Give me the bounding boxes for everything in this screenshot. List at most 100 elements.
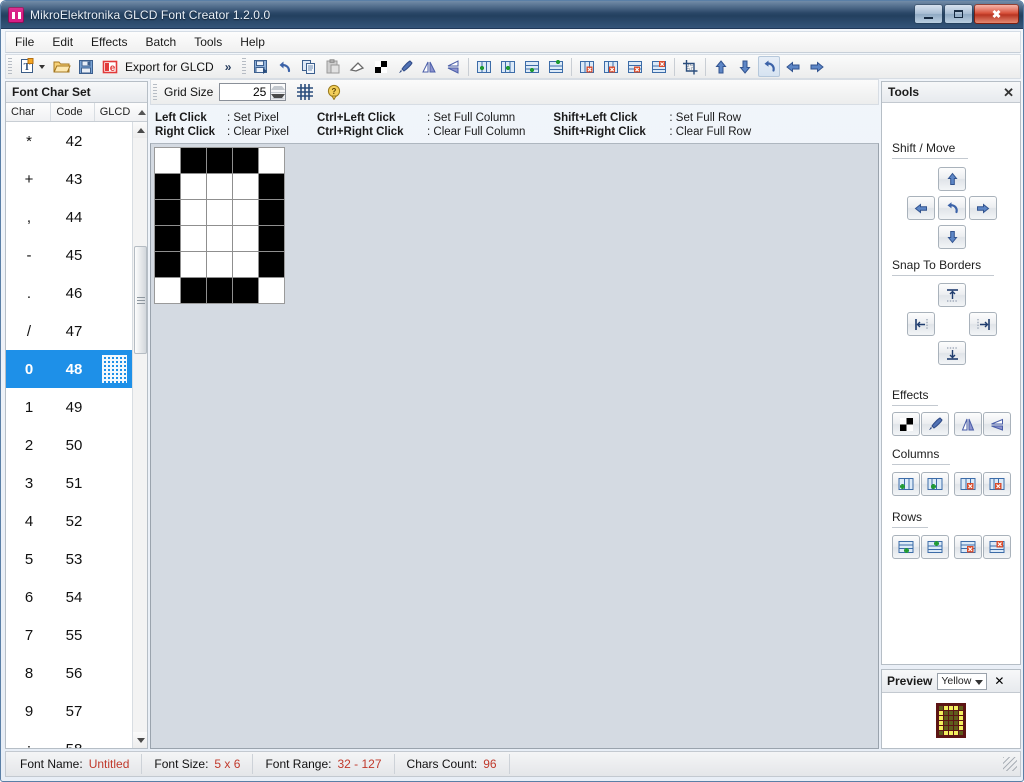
header-sort-arrow-icon[interactable] — [136, 103, 147, 121]
insert-row-top-icon[interactable] — [521, 56, 543, 77]
charset-row-57[interactable]: 957 — [6, 692, 132, 730]
menu-edit[interactable]: Edit — [43, 32, 82, 52]
add-column-right-button[interactable] — [921, 472, 949, 496]
pixel-cell-3-0[interactable] — [155, 226, 180, 251]
delete-row-top-button[interactable] — [954, 535, 982, 559]
flip-vertical-button[interactable] — [983, 412, 1011, 436]
pixel-cell-1-2[interactable] — [207, 174, 232, 199]
chevron-down-icon[interactable] — [975, 680, 983, 685]
charset-row-50[interactable]: 250 — [6, 426, 132, 464]
menu-help[interactable]: Help — [231, 32, 274, 52]
rotate-reset-icon[interactable] — [758, 56, 780, 77]
charset-row-58[interactable]: :58 — [6, 730, 132, 748]
export-for-glcd-label[interactable]: Export for GLCD — [125, 60, 214, 74]
pixel-cell-0-1[interactable] — [181, 148, 206, 173]
paste-icon[interactable] — [322, 56, 344, 77]
paint-icon[interactable] — [394, 56, 416, 77]
charset-row-44[interactable]: ,44 — [6, 198, 132, 236]
toolbar-overflow-button[interactable]: » — [220, 60, 237, 74]
snap-left-button[interactable] — [907, 312, 935, 336]
delete-column-right-icon[interactable] — [600, 56, 622, 77]
menu-tools[interactable]: Tools — [185, 32, 231, 52]
charset-row-47[interactable]: /47 — [6, 312, 132, 350]
charset-row-53[interactable]: 553 — [6, 540, 132, 578]
flip-horizontal-button[interactable] — [954, 412, 982, 436]
preview-close-icon[interactable]: ✕ — [994, 674, 1004, 688]
pixel-cell-3-1[interactable] — [181, 226, 206, 251]
grid-size-input[interactable]: 25 — [219, 83, 271, 101]
pixel-cell-4-4[interactable] — [259, 252, 284, 277]
pixel-cell-0-2[interactable] — [207, 148, 232, 173]
pixel-cell-1-1[interactable] — [181, 174, 206, 199]
maximize-button[interactable] — [944, 4, 973, 24]
save-as-icon[interactable] — [250, 56, 272, 77]
pixel-cell-2-1[interactable] — [181, 200, 206, 225]
pixel-cell-3-2[interactable] — [207, 226, 232, 251]
snap-right-button[interactable] — [969, 312, 997, 336]
pixel-cell-1-0[interactable] — [155, 174, 180, 199]
pixel-cell-1-3[interactable] — [233, 174, 258, 199]
shift-down-icon[interactable] — [734, 56, 756, 77]
minimize-button[interactable] — [914, 4, 943, 24]
charset-row-56[interactable]: 856 — [6, 654, 132, 692]
pixel-cell-5-0[interactable] — [155, 278, 180, 303]
pixel-cell-0-0[interactable] — [155, 148, 180, 173]
flip-vertical-icon[interactable] — [442, 56, 464, 77]
pixel-cell-4-2[interactable] — [207, 252, 232, 277]
charset-row-42[interactable]: *42 — [6, 122, 132, 160]
copy-icon[interactable] — [298, 56, 320, 77]
charset-row-45[interactable]: -45 — [6, 236, 132, 274]
scroll-up-arrow-icon[interactable] — [133, 122, 147, 138]
scrollbar-thumb[interactable] — [134, 246, 147, 354]
new-font-icon[interactable]: T — [16, 56, 38, 77]
toolbar-grip[interactable] — [8, 58, 12, 75]
close-button[interactable]: ✖ — [974, 4, 1019, 24]
pixel-cell-3-3[interactable] — [233, 226, 258, 251]
shift-up-button[interactable] — [938, 167, 966, 191]
undo-icon[interactable] — [274, 56, 296, 77]
pixel-cell-1-4[interactable] — [259, 174, 284, 199]
menu-batch[interactable]: Batch — [137, 32, 186, 52]
shift-left-button[interactable] — [907, 196, 935, 220]
column-header-glcd[interactable]: GLCD — [95, 103, 136, 121]
snap-top-button[interactable] — [938, 283, 966, 307]
grid-size-stepper[interactable] — [271, 83, 286, 101]
eraser-icon[interactable] — [346, 56, 368, 77]
insert-column-right-icon[interactable] — [497, 56, 519, 77]
charset-row-43[interactable]: +43 — [6, 160, 132, 198]
shift-right-button[interactable] — [969, 196, 997, 220]
pixel-cell-5-4[interactable] — [259, 278, 284, 303]
shift-right-icon[interactable] — [806, 56, 828, 77]
pixel-cell-5-1[interactable] — [181, 278, 206, 303]
crop-icon[interactable] — [679, 56, 701, 77]
add-row-bottom-button[interactable] — [921, 535, 949, 559]
pixel-cell-5-3[interactable] — [233, 278, 258, 303]
charset-scrollbar[interactable] — [132, 122, 147, 748]
charset-row-54[interactable]: 654 — [6, 578, 132, 616]
grid-toggle-icon[interactable] — [294, 82, 316, 103]
charset-row-52[interactable]: 452 — [6, 502, 132, 540]
glyph-canvas[interactable] — [150, 143, 879, 749]
pixel-cell-2-4[interactable] — [259, 200, 284, 225]
pixel-cell-5-2[interactable] — [207, 278, 232, 303]
pixel-cell-2-0[interactable] — [155, 200, 180, 225]
save-font-icon[interactable] — [75, 56, 97, 77]
delete-column-left-icon[interactable] — [576, 56, 598, 77]
insert-column-left-icon[interactable] — [473, 56, 495, 77]
column-header-char[interactable]: Char — [6, 103, 51, 121]
toolbar-grip-2[interactable] — [242, 58, 246, 75]
menu-effects[interactable]: Effects — [82, 32, 136, 52]
delete-column-left-button[interactable] — [954, 472, 982, 496]
scroll-down-arrow-icon[interactable] — [133, 732, 147, 748]
charset-row-51[interactable]: 351 — [6, 464, 132, 502]
delete-column-right-button[interactable] — [983, 472, 1011, 496]
grid-size-increment[interactable] — [271, 84, 285, 93]
charset-row-48[interactable]: 048 — [6, 350, 132, 388]
pixel-cell-3-4[interactable] — [259, 226, 284, 251]
pixel-grid[interactable] — [154, 147, 285, 304]
add-column-left-button[interactable] — [892, 472, 920, 496]
export-for-glcd-icon[interactable]: e — [99, 56, 121, 77]
charset-row-46[interactable]: .46 — [6, 274, 132, 312]
add-row-top-button[interactable] — [892, 535, 920, 559]
pixel-cell-0-4[interactable] — [259, 148, 284, 173]
